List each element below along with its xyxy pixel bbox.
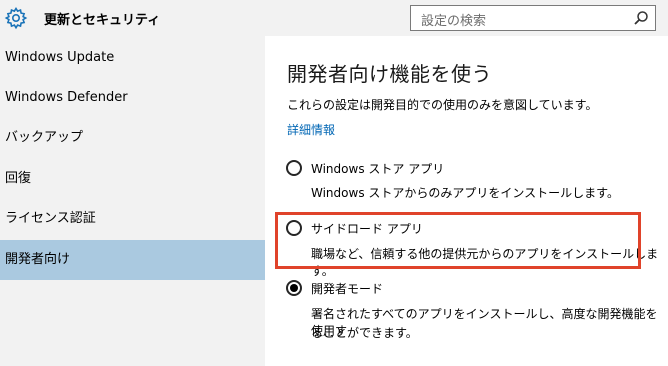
sidebar-item-label: Windows Update bbox=[5, 50, 115, 65]
option-label-windows-store-apps[interactable]: Windows ストア アプリ bbox=[311, 160, 444, 177]
sidebar-item-windows-update[interactable]: Windows Update bbox=[0, 38, 265, 78]
page-description: これらの設定は開発目的での使用のみを意図しています。 bbox=[287, 98, 598, 112]
header-bar: 更新とセキュリティ 設定の検索 bbox=[0, 0, 668, 36]
search-placeholder: 設定の検索 bbox=[421, 14, 487, 29]
sidebar-item-label: ライセンス認証 bbox=[5, 211, 96, 226]
page-title: 開発者向け機能を使う bbox=[287, 62, 492, 86]
app-title: 更新とセキュリティ bbox=[44, 13, 161, 28]
sidebar-item-label: 開発者向け bbox=[5, 252, 71, 267]
sidebar-item-backup[interactable]: バックアップ bbox=[0, 118, 265, 158]
sidebar-item-label: 回復 bbox=[5, 171, 32, 186]
sidebar-item-activation[interactable]: ライセンス認証 bbox=[0, 199, 265, 239]
search-input[interactable]: 設定の検索 bbox=[410, 5, 656, 31]
option-desc-developer-mode-line2: ることができます。 bbox=[311, 326, 418, 340]
sidebar-item-label: Windows Defender bbox=[5, 90, 128, 105]
sidebar-item-recovery[interactable]: 回復 bbox=[0, 159, 265, 199]
details-link[interactable]: 詳細情報 bbox=[287, 121, 335, 138]
gear-icon bbox=[4, 6, 28, 30]
sidebar-item-label: バックアップ bbox=[5, 130, 84, 145]
radio-developer-mode[interactable] bbox=[286, 280, 302, 296]
sidebar-item-for-developers[interactable]: 開発者向け bbox=[0, 240, 265, 280]
sidebar-item-windows-defender[interactable]: Windows Defender bbox=[0, 78, 265, 118]
radio-selected-dot bbox=[290, 284, 298, 292]
option-label-developer-mode[interactable]: 開発者モード bbox=[311, 280, 383, 297]
option-desc-windows-store-apps: Windows ストアからのみアプリをインストールします。 bbox=[311, 186, 619, 200]
radio-windows-store-apps[interactable] bbox=[286, 160, 302, 176]
search-icon[interactable] bbox=[633, 10, 649, 26]
highlight-box bbox=[275, 212, 641, 269]
